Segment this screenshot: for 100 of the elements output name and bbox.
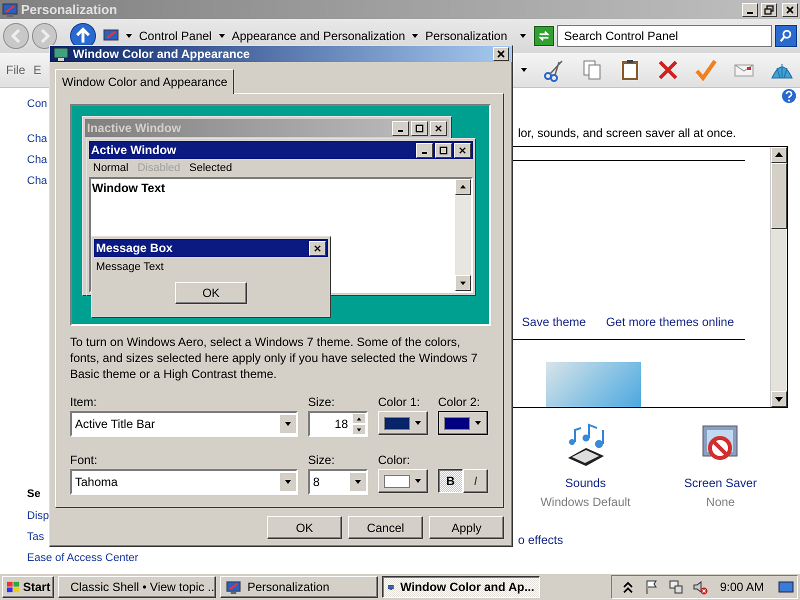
menu-item[interactable]: Normal — [93, 162, 128, 174]
sidebar-link[interactable]: Con — [27, 98, 48, 119]
menu-item[interactable]: File — [6, 63, 26, 77]
item-dropdown[interactable]: Active Title Bar — [70, 411, 298, 437]
monitor-icon — [2, 2, 18, 18]
color-picker-button[interactable] — [438, 411, 488, 435]
scroll-thumb[interactable] — [771, 163, 787, 229]
maximize-button[interactable] — [435, 142, 452, 158]
caret-icon — [414, 419, 422, 427]
close-icon — [434, 124, 443, 132]
help-icon[interactable] — [781, 88, 797, 104]
caret-icon[interactable] — [520, 66, 528, 74]
close-button[interactable] — [493, 47, 509, 61]
font-dropdown[interactable]: Tahoma — [70, 469, 298, 495]
ok-button[interactable]: OK — [175, 282, 247, 304]
dialog-title: Window Color and Appearance — [73, 47, 250, 61]
scroll-up-button[interactable] — [455, 179, 471, 195]
field-label: Color: — [378, 452, 410, 469]
scroll-up-icon[interactable] — [771, 147, 787, 163]
monitor-icon — [226, 580, 242, 595]
scrollbar[interactable] — [770, 147, 787, 407]
breadcrumb-item[interactable]: Control Panel — [139, 29, 212, 43]
setting-link[interactable]: Screen Saver — [684, 476, 757, 490]
dialog-button[interactable]: OK — [267, 516, 342, 539]
forward-button[interactable] — [32, 23, 58, 49]
dialog-button[interactable]: Apply — [429, 516, 504, 539]
caret-icon[interactable] — [125, 32, 134, 40]
tab[interactable]: Window Color and Appearance — [55, 69, 234, 94]
window-title: Active Window — [91, 143, 176, 157]
field-label: Color 1: — [378, 394, 420, 411]
delete-icon[interactable] — [656, 58, 680, 82]
close-icon — [785, 4, 795, 14]
refresh-button[interactable] — [534, 26, 554, 46]
sidebar-link[interactable]: Cha — [27, 175, 48, 196]
search-button[interactable] — [775, 25, 797, 47]
window-title: Inactive Window — [87, 121, 181, 135]
font-size-dropdown[interactable]: 8 — [308, 469, 368, 495]
caret-icon[interactable] — [411, 32, 420, 40]
window-text: Window Text — [91, 180, 166, 197]
sidebar-link[interactable]: Disp — [27, 510, 50, 531]
message-title: Message Box — [96, 241, 173, 255]
maximize-icon — [439, 146, 448, 154]
section-heading: Se — [27, 488, 40, 502]
field-label: Item: — [70, 394, 97, 411]
address-bar[interactable]: Control Panel Appearance and Personalization Personalization — [99, 25, 532, 47]
taskbar-button[interactable]: Classic Shell • View topic ... — [58, 576, 216, 598]
search-field[interactable]: Search Control Panel — [557, 25, 772, 47]
sidebar-link[interactable]: Ease of Access Center — [27, 552, 138, 573]
menu-item[interactable]: E — [33, 63, 42, 77]
close-button[interactable] — [454, 142, 471, 158]
show-desktop-icon[interactable] — [778, 579, 794, 596]
refresh-arrows-icon — [537, 29, 552, 43]
setting-link[interactable]: Sounds — [565, 476, 606, 490]
sidebar-link[interactable]: Tas — [27, 531, 44, 552]
minimize-icon — [422, 152, 427, 154]
network-icon[interactable] — [668, 579, 684, 596]
speaker-muted-icon[interactable] — [692, 579, 708, 596]
minimize-icon — [747, 12, 753, 14]
up-triangle-icon — [356, 416, 362, 422]
dialog-button[interactable]: Cancel — [348, 516, 423, 539]
scrollbar[interactable] — [455, 179, 471, 291]
sidebar-link[interactable]: Cha — [27, 133, 48, 154]
theme-link[interactable]: Get more themes online — [606, 315, 734, 330]
field-label: Color 2: — [438, 394, 480, 411]
close-button[interactable] — [309, 240, 326, 256]
restore-button[interactable] — [761, 2, 777, 16]
taskbar-button[interactable]: Window Color and Ap... — [382, 576, 540, 598]
field-label: Size: — [308, 452, 335, 469]
description-text: To turn on Windows Aero, select a Windows 7 theme. Some of the colors, fonts, and sizes selected here apply only if you have selected the Windows 7 Basic theme or a High Contrast theme. — [70, 334, 479, 382]
italic-button[interactable]: I — [463, 469, 488, 493]
sidebar-link[interactable]: Cha — [27, 154, 48, 175]
taskbar-button[interactable]: Personalization — [220, 576, 378, 598]
breadcrumb-item[interactable]: Appearance and Personalization — [232, 29, 406, 43]
window-title: Personalization — [21, 2, 118, 17]
breadcrumb-item[interactable]: Personalization — [425, 29, 508, 43]
scroll-down-button[interactable] — [455, 275, 471, 291]
intro-text: lor, sounds, and screen saver all at once. — [518, 126, 736, 140]
caret-icon[interactable] — [218, 32, 226, 40]
bold-button[interactable]: B — [438, 469, 463, 493]
theme-link[interactable]: Save theme — [522, 315, 586, 330]
size-spinner[interactable]: 18 — [308, 411, 368, 437]
minimize-button[interactable] — [742, 2, 758, 16]
maximize-icon — [415, 124, 424, 132]
minimize-button[interactable] — [416, 142, 433, 158]
down-triangle-icon — [356, 426, 362, 432]
field-label: Size: — [308, 394, 335, 411]
scroll-down-icon[interactable] — [771, 391, 787, 407]
menu-item[interactable]: Selected — [189, 162, 232, 174]
dropdown-icon[interactable] — [519, 32, 528, 40]
close-icon — [496, 49, 506, 59]
setting-value: None — [706, 495, 735, 509]
start-button[interactable]: Start — [2, 576, 54, 598]
theme-thumbnail[interactable] — [546, 362, 641, 408]
clock: 9:00 AM — [720, 580, 764, 594]
close-button[interactable] — [782, 2, 798, 16]
caret-icon — [354, 478, 362, 486]
flag-icon[interactable] — [644, 579, 660, 596]
effects-link[interactable]: o effects — [518, 533, 564, 547]
caret-icon — [284, 420, 292, 428]
checkmark-icon[interactable] — [694, 58, 718, 82]
